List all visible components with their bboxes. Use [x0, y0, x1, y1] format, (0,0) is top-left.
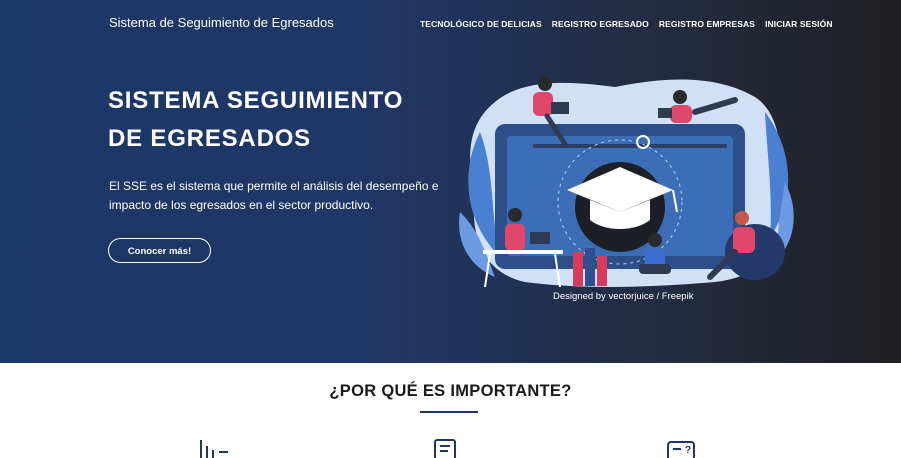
- nav-link-registro-empresas[interactable]: REGISTRO EMPRESAS: [659, 19, 755, 29]
- section-title: ¿POR QUÉ ES IMPORTANTE?: [329, 382, 572, 400]
- nav-link-registro-egresado[interactable]: REGISTRO EGRESADO: [552, 19, 649, 29]
- image-credit: Designed by vectorjuice / Freepik: [553, 291, 694, 302]
- chart-icon: [200, 440, 228, 458]
- document-icon: [434, 439, 456, 458]
- hero-title: SISTEMA SEGUIMIENTO DE EGRESADOS: [108, 82, 438, 158]
- graduation-illustration: [459, 77, 794, 288]
- site-brand[interactable]: Sistema de Seguimiento de Egresados: [109, 15, 334, 30]
- hero-section: Sistema de Seguimiento de Egresados TECN…: [0, 0, 901, 363]
- main-nav: TECNOLÓGICO DE DELICIAS REGISTRO EGRESAD…: [420, 19, 843, 29]
- hero-title-line2: DE EGRESADOS: [108, 125, 311, 152]
- hero-title-line1: SISTEMA SEGUIMIENTO: [108, 87, 404, 114]
- question-chat-icon: ?: [667, 441, 695, 458]
- nav-link-iniciar-sesion[interactable]: INICIAR SESIÓN: [765, 19, 833, 29]
- hero-description: El SSE es el sistema que permite el anál…: [109, 179, 439, 212]
- section-title-underline: [420, 411, 478, 413]
- nav-link-tecnologico[interactable]: TECNOLÓGICO DE DELICIAS: [420, 19, 542, 29]
- svg-text:?: ?: [685, 445, 691, 456]
- learn-more-button[interactable]: Conocer más!: [108, 238, 211, 263]
